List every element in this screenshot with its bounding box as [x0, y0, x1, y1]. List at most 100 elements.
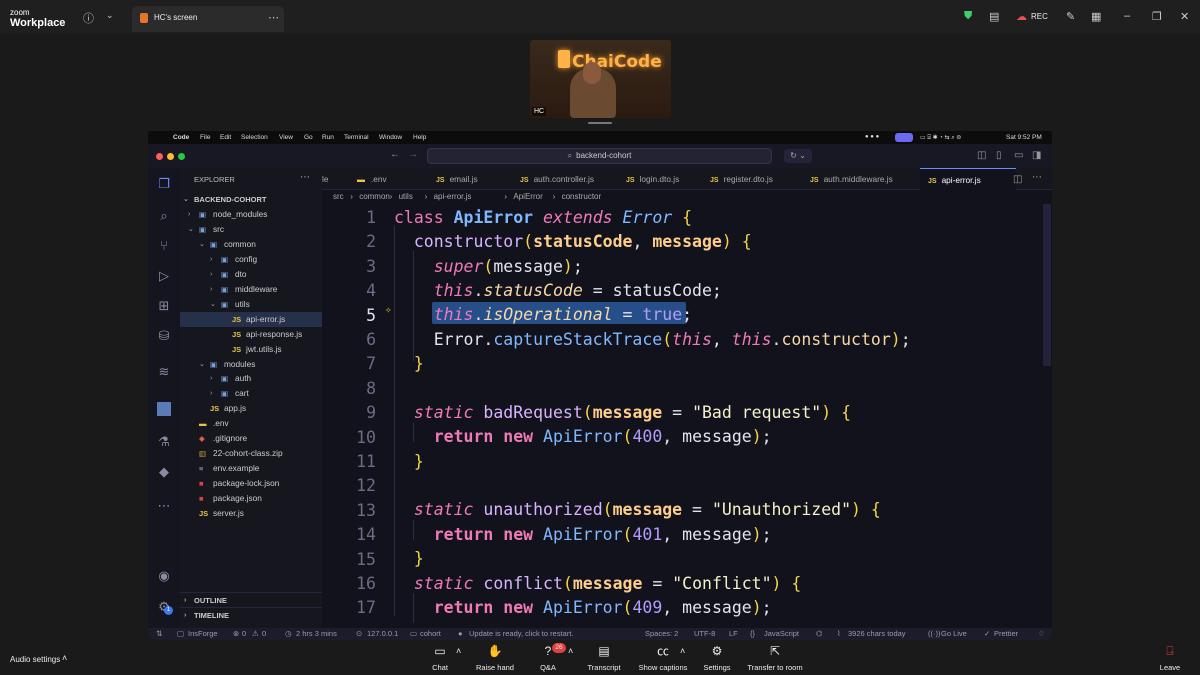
breadcrumb-item[interactable]: constructor [562, 190, 602, 204]
editor-tab[interactable]: JS auth.controller.js [512, 168, 614, 190]
toggle-panel-icon[interactable]: ▭ [1014, 150, 1023, 161]
split-editor-icon[interactable]: ◫ [1013, 174, 1022, 185]
toggle-secondary-sidebar-icon[interactable]: ◨ [1032, 150, 1041, 161]
copilot-status-icon[interactable]: ⌬ [816, 628, 823, 640]
menu-app-name[interactable]: Code [173, 134, 189, 141]
status-update[interactable]: Update is ready, click to restart. [469, 628, 573, 640]
extensions-icon[interactable]: ⊞ [156, 298, 172, 314]
rec-label[interactable]: REC [1031, 12, 1048, 21]
menu-file[interactable]: File [200, 134, 210, 141]
menu-help[interactable]: Help [413, 134, 426, 141]
more-views-icon[interactable]: ⋯ [156, 498, 172, 514]
chevron-down-icon[interactable]: ⌄ [210, 297, 216, 312]
status-errors[interactable]: 0 [242, 628, 246, 640]
status-folder[interactable]: cohort [420, 628, 441, 640]
breadcrumb-item[interactable]: ApiError [513, 190, 542, 204]
chevron-right-icon[interactable]: › [188, 207, 190, 222]
source-control-icon[interactable]: ⑂ [156, 238, 172, 254]
menu-edit[interactable]: Edit [220, 134, 231, 141]
editor-tab[interactable]: JS login.dto.js [618, 168, 698, 190]
tree-file[interactable]: JS app.js [180, 401, 322, 416]
status-warnings[interactable]: 0 [262, 628, 266, 640]
breadcrumb-item[interactable]: src [333, 190, 344, 204]
timeline-section[interactable]: › TIMELINE [180, 607, 322, 622]
layout-customize-icon[interactable]: ◫ [977, 150, 986, 161]
status-time[interactable]: 2 hrs 3 mins [296, 628, 337, 640]
minimize-window-button[interactable] [167, 153, 174, 160]
tree-file[interactable]: ■ package.json [180, 491, 322, 506]
editor-more-icon[interactable]: ⋯ [1032, 172, 1042, 183]
notifications-icon[interactable]: ♢ [1038, 628, 1045, 640]
tree-folder[interactable]: ⌄ ▣ common [180, 237, 322, 252]
flask-icon[interactable]: ⚗ [156, 434, 172, 450]
settings-button[interactable]: ⚙ Settings [700, 644, 734, 672]
toggle-sidebar-icon[interactable]: ▯ [996, 150, 1002, 161]
tree-file[interactable]: JS jwt.utils.js [180, 342, 322, 357]
close-window-button[interactable] [156, 153, 163, 160]
cloud-record-icon[interactable]: ☁ [1016, 10, 1027, 23]
raise-hand-button[interactable]: ✋ Raise hand [474, 644, 516, 672]
qa-options-icon[interactable]: ˄ [568, 646, 573, 656]
menu-window[interactable]: Window [379, 134, 402, 141]
status-language[interactable]: JavaScript [764, 628, 799, 640]
lightbulb-icon[interactable]: ✧ [385, 303, 392, 316]
tree-file[interactable]: JS server.js [180, 506, 322, 521]
menu-view[interactable]: View [279, 134, 293, 141]
chevron-right-icon[interactable]: › [210, 371, 212, 386]
tree-folder[interactable]: › ▣ node_modules [180, 207, 322, 222]
status-prettier[interactable]: Prettier [994, 628, 1018, 640]
back-arrow-icon[interactable]: ← [390, 149, 400, 160]
caret-up-icon[interactable]: ˄ [62, 653, 67, 663]
annotate-icon[interactable]: ✎ [1066, 10, 1075, 23]
transfer-button[interactable]: ⇱ Transfer to room [744, 644, 806, 672]
forward-arrow-icon[interactable]: → [408, 149, 418, 160]
copilot-button[interactable]: ↻ ⌄ [784, 149, 812, 163]
command-center-search[interactable]: ⌕ backend-cohort [427, 148, 772, 164]
chat-options-icon[interactable]: ˄ [456, 646, 461, 656]
maximize-window-button[interactable] [178, 153, 185, 160]
notes-icon[interactable]: ▤ [989, 10, 999, 23]
editor-tab[interactable]: JS register.dto.js [702, 168, 798, 190]
chevron-down-icon[interactable]: ⌄ [188, 222, 194, 237]
chevron-down-icon[interactable]: ⌄ [199, 237, 205, 252]
remote-indicator[interactable]: ⇅ [156, 628, 162, 640]
leave-button[interactable]: ⍈ Leave [1156, 644, 1184, 672]
remote-icon[interactable] [157, 402, 171, 416]
participant-video[interactable]: ChaiCode HC [530, 40, 671, 118]
status-insforge[interactable]: InsForge [188, 628, 218, 640]
chevron-down-icon[interactable]: ⌄ [106, 10, 114, 21]
breadcrumb-item[interactable]: common [359, 190, 390, 204]
screen-share-icon[interactable] [895, 133, 913, 142]
tree-folder[interactable]: › ▣ config [180, 252, 322, 267]
outline-section[interactable]: › OUTLINE [180, 592, 322, 607]
breadcrumb-item[interactable]: utils [399, 190, 413, 204]
explorer-more-icon[interactable]: ⋯ [300, 172, 310, 183]
database-icon[interactable]: ⛁ [156, 328, 172, 344]
editor-tab[interactable]: JS api-error.js [920, 168, 1016, 190]
minimize-icon[interactable]: – [1124, 10, 1130, 22]
audio-settings[interactable]: Audio settings [10, 655, 60, 664]
editor-tab[interactable]: JS email.js [428, 168, 508, 190]
chevron-right-icon[interactable]: › [210, 252, 212, 267]
menu-run[interactable]: Run [322, 134, 334, 141]
drag-handle[interactable] [588, 122, 612, 124]
status-encoding[interactable]: UTF-8 [694, 628, 715, 640]
status-golive[interactable]: Go Live [941, 628, 967, 640]
chevron-right-icon[interactable]: › [210, 386, 212, 401]
run-debug-icon[interactable]: ▷ [156, 268, 172, 284]
status-eol[interactable]: LF [729, 628, 738, 640]
tree-folder[interactable]: › ▣ cart [180, 386, 322, 401]
tree-folder[interactable]: ⌄ ▣ modules [180, 357, 322, 372]
tree-folder[interactable]: ⌄ ▣ utils [180, 297, 322, 312]
tree-folder[interactable]: › ▣ auth [180, 371, 322, 386]
tree-file[interactable]: ▥ 22-cohort-class.zip [180, 446, 322, 461]
layers-icon[interactable]: ≋ [156, 364, 172, 380]
menu-selection[interactable]: Selection [241, 134, 268, 141]
tree-folder[interactable]: › ▣ middleware [180, 282, 322, 297]
chevron-down-icon[interactable]: ⌄ [199, 357, 205, 372]
chevron-right-icon[interactable]: › [210, 282, 212, 297]
menu-terminal[interactable]: Terminal [344, 134, 369, 141]
account-icon[interactable]: ◉ [156, 568, 172, 584]
tree-file[interactable]: JS api-error.js [180, 311, 322, 327]
tree-file[interactable]: ■ package-lock.json [180, 476, 322, 491]
